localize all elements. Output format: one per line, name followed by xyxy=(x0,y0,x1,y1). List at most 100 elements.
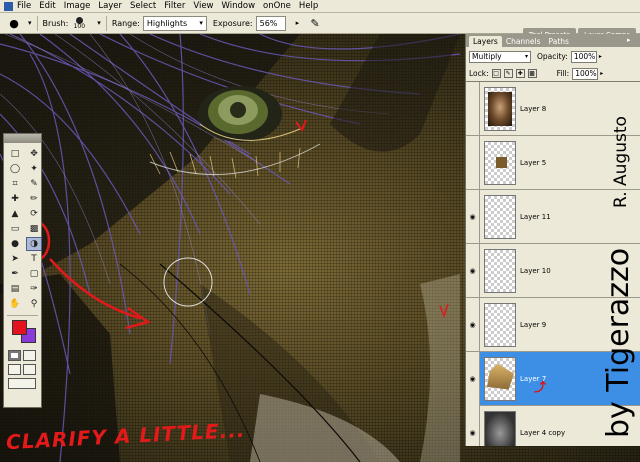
healing-brush-tool-icon[interactable]: ✚ xyxy=(7,192,23,206)
fill-label: Fill: xyxy=(556,69,570,78)
tool-preset-dropdown-icon[interactable]: ▾ xyxy=(28,19,32,27)
layer-thumbnail xyxy=(484,248,516,293)
gradient-tool-icon[interactable]: ▩ xyxy=(26,222,42,236)
divider xyxy=(105,15,107,31)
brush-picker[interactable]: 100 xyxy=(71,16,87,31)
history-brush-tool-icon[interactable]: ⟳ xyxy=(26,207,42,221)
eyedropper-tool-icon[interactable]: ✑ xyxy=(26,282,42,296)
range-label: Range: xyxy=(111,18,140,28)
chevron-down-icon: ▾ xyxy=(199,19,203,27)
credit-sub: R. Augusto xyxy=(611,116,631,208)
shape-tool-icon[interactable]: ▢ xyxy=(26,267,42,281)
menu-window[interactable]: Window xyxy=(222,1,256,11)
blend-mode-value: Multiply xyxy=(472,52,502,61)
visibility-eye-icon[interactable]: ◉ xyxy=(466,243,480,298)
quick-mask-button[interactable] xyxy=(23,350,36,361)
visibility-eye-icon[interactable]: ◉ xyxy=(466,135,480,190)
pen-tool-icon[interactable]: ✒ xyxy=(7,267,23,281)
options-bar: ● ▾ Brush: 100 ▾ Range: Highlights ▾ Exp… xyxy=(0,13,640,42)
visibility-eye-icon[interactable]: ◉ xyxy=(466,189,480,244)
menu-file[interactable]: File xyxy=(17,1,31,11)
lock-all-icon[interactable]: ▩ xyxy=(527,69,537,78)
layer-name: Layer 5 xyxy=(520,158,547,167)
visibility-eye-icon[interactable]: ◉ xyxy=(466,82,480,136)
menu-view[interactable]: View xyxy=(193,1,213,11)
opacity-label: Opacity: xyxy=(537,52,568,61)
standard-mode-button[interactable] xyxy=(8,350,21,361)
tools-panel-titlebar[interactable] xyxy=(4,134,41,143)
blend-mode-select[interactable]: Multiply ▾ xyxy=(469,50,531,63)
layer-thumbnail xyxy=(484,194,516,239)
red-annotation-mark: ⤴ xyxy=(534,380,547,394)
slice-tool-icon[interactable]: ✎ xyxy=(26,177,42,191)
menu-edit[interactable]: Edit xyxy=(39,1,55,11)
visibility-eye-icon[interactable]: ◉ xyxy=(466,405,480,446)
lasso-tool-icon[interactable]: ◯ xyxy=(7,162,23,176)
menu-image[interactable]: Image xyxy=(64,1,91,11)
menu-layer[interactable]: Layer xyxy=(98,1,122,11)
layer-thumbnail xyxy=(484,302,516,347)
brush-label: Brush: xyxy=(42,18,69,28)
brush-dropdown-icon[interactable]: ▾ xyxy=(97,19,101,27)
menu-help[interactable]: Help xyxy=(299,1,318,11)
menu-select[interactable]: Select xyxy=(130,1,156,11)
layer-thumbnail xyxy=(484,140,516,185)
credit-main: by Tigerazzo xyxy=(601,248,636,438)
lock-label: Lock: xyxy=(469,69,489,78)
layer-name: Layer 9 xyxy=(520,320,547,329)
layer-thumbnail xyxy=(484,410,516,446)
menu-onone[interactable]: onOne xyxy=(263,1,291,11)
jump-to-imageready-button[interactable] xyxy=(8,378,36,389)
layer-name: Layer 11 xyxy=(520,212,551,221)
brush-tool-icon[interactable]: ✏ xyxy=(26,192,42,206)
magic-wand-tool-icon[interactable]: ✦ xyxy=(26,162,42,176)
visibility-eye-icon[interactable]: ◉ xyxy=(466,297,480,352)
dodge-tool-icon[interactable]: ◑ xyxy=(26,237,42,251)
lock-position-icon[interactable]: ✚ xyxy=(515,69,525,78)
hand-tool-icon[interactable]: ✋ xyxy=(7,297,23,311)
range-select[interactable]: Highlights ▾ xyxy=(142,15,207,31)
color-swatches xyxy=(9,320,41,346)
lock-transparency-icon[interactable]: □ xyxy=(491,69,501,78)
divider xyxy=(7,315,38,316)
marquee-tool-icon[interactable]: □ xyxy=(7,147,23,161)
divider xyxy=(36,15,38,31)
layer-name: Layer 10 xyxy=(520,266,551,275)
type-tool-icon[interactable]: T xyxy=(26,252,42,266)
dodge-tool-preset-icon[interactable]: ● xyxy=(4,15,24,31)
screen-mode-full-button[interactable] xyxy=(23,364,36,375)
brush-size: 100 xyxy=(73,22,86,30)
range-value: Highlights xyxy=(146,18,188,28)
lock-pixels-icon[interactable]: ✎ xyxy=(503,69,513,78)
tools-panel: □ ✥ ◯ ✦ ⌗ ✎ ✚ ✏ ▲ ⟳ ▭ ▩ ● ◑ ➤ T ✒ ▢ ▤ ✑ … xyxy=(3,133,42,408)
crop-tool-icon[interactable]: ⌗ xyxy=(7,177,23,191)
tab-channels[interactable]: Channels xyxy=(502,36,545,47)
exposure-input[interactable]: 56% xyxy=(255,15,286,31)
foreground-color-swatch[interactable] xyxy=(12,320,27,335)
exposure-slider-icon[interactable]: ▸ xyxy=(296,19,300,27)
tab-layers[interactable]: Layers xyxy=(469,36,502,47)
menu-bar: File Edit Image Layer Select Filter View… xyxy=(0,0,640,13)
eraser-tool-icon[interactable]: ▭ xyxy=(7,222,23,236)
notes-tool-icon[interactable]: ▤ xyxy=(7,282,23,296)
layer-thumbnail xyxy=(484,86,516,131)
layer-name: Layer 4 copy xyxy=(520,428,566,437)
zoom-tool-icon[interactable]: ⚲ xyxy=(26,297,42,311)
clone-stamp-tool-icon[interactable]: ▲ xyxy=(7,207,23,221)
chevron-down-icon: ▾ xyxy=(524,53,528,60)
airbrush-icon[interactable]: ✎ xyxy=(305,15,325,31)
blur-tool-icon[interactable]: ● xyxy=(7,237,23,251)
move-tool-icon[interactable]: ✥ xyxy=(26,147,42,161)
credit-watermark: by Tigerazzo R. Augusto xyxy=(601,116,636,438)
path-selection-tool-icon[interactable]: ➤ xyxy=(7,252,23,266)
screen-mode-row xyxy=(4,364,41,375)
visibility-eye-icon[interactable]: ◉ xyxy=(466,351,480,406)
exposure-label: Exposure: xyxy=(212,18,253,28)
screen-mode-standard-button[interactable] xyxy=(8,364,21,375)
quick-mask-row xyxy=(4,350,41,361)
tab-paths[interactable]: Paths xyxy=(545,36,573,47)
menu-filter[interactable]: Filter xyxy=(164,1,185,11)
layer-name: Layer 8 xyxy=(520,104,547,113)
layer-thumbnail xyxy=(484,356,516,401)
exposure-value: 56% xyxy=(259,18,278,28)
